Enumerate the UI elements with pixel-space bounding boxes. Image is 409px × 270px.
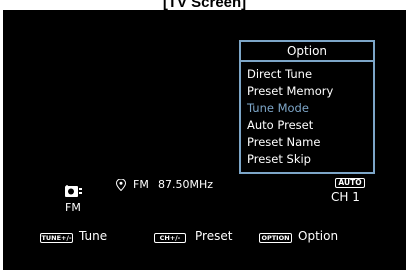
channel-label: CH 1 <box>331 190 360 204</box>
preset-key-badge: CH+/- <box>154 233 186 243</box>
option-menu: Option Direct Tune Preset Memory Tune Mo… <box>239 40 375 174</box>
tuner-icon <box>65 182 82 197</box>
tune-label: Tune <box>79 229 108 243</box>
option-label: Option <box>298 229 339 243</box>
menu-item-direct-tune[interactable]: Direct Tune <box>247 66 373 83</box>
option-menu-title: Option <box>241 42 373 62</box>
band-under-icon: FM <box>65 201 81 214</box>
option-key-badge: OPTION <box>259 233 292 243</box>
menu-item-tune-mode[interactable]: Tune Mode <box>247 100 373 117</box>
caption-title: [TV Screen] <box>0 0 409 10</box>
band-label: FM <box>133 178 149 191</box>
location-pin-icon <box>115 176 127 192</box>
menu-item-preset-memory[interactable]: Preset Memory <box>247 83 373 100</box>
tune-mode-badge: AUTO <box>335 178 365 188</box>
menu-item-auto-preset[interactable]: Auto Preset <box>247 117 373 134</box>
menu-item-preset-name[interactable]: Preset Name <box>247 134 373 151</box>
frequency-readout: 87.50MHz <box>158 178 214 191</box>
caption-text: [TV Screen] <box>162 0 247 10</box>
tune-key-badge: TUNE+/- <box>40 233 73 243</box>
preset-label: Preset <box>195 229 233 243</box>
tv-screen: Option Direct Tune Preset Memory Tune Mo… <box>3 10 406 270</box>
menu-item-preset-skip[interactable]: Preset Skip <box>247 151 373 168</box>
option-menu-list: Direct Tune Preset Memory Tune Mode Auto… <box>241 62 373 168</box>
